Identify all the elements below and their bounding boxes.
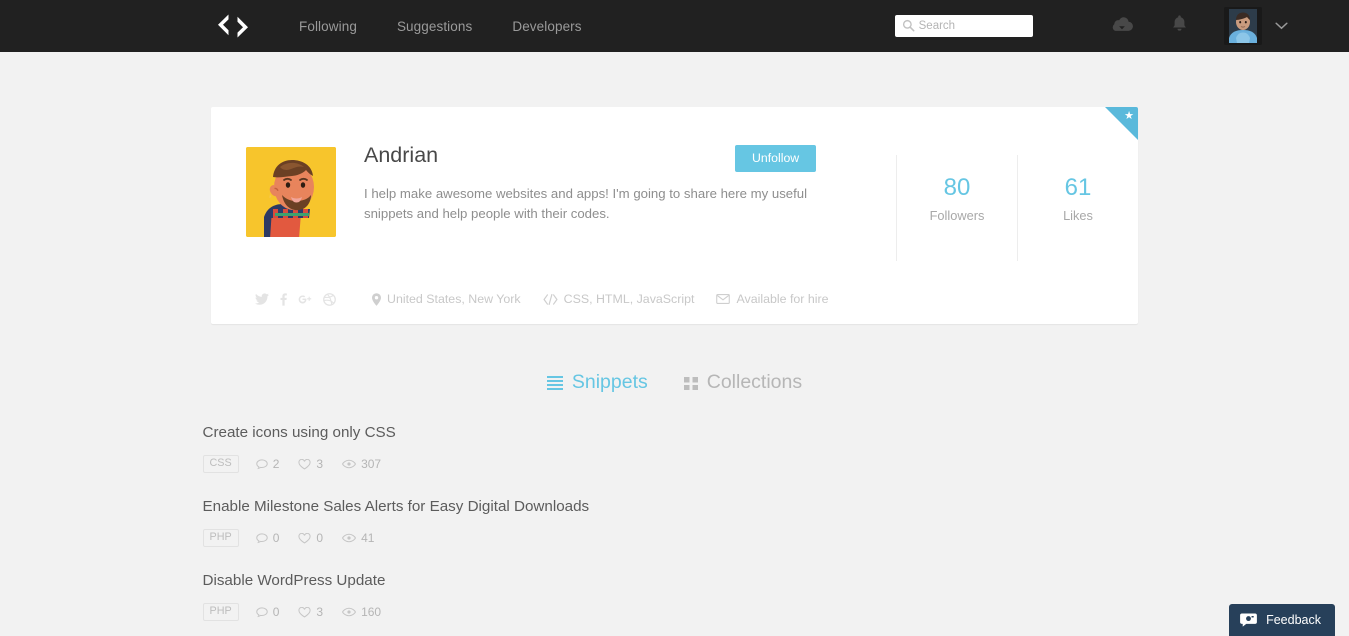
heart-icon bbox=[298, 458, 311, 469]
meta-hire-text: Available for hire bbox=[736, 292, 829, 306]
followers-count: 80 bbox=[943, 174, 971, 201]
snippet-tag[interactable]: PHP bbox=[202, 603, 239, 621]
view-count: 307 bbox=[342, 457, 381, 471]
meta-hire: Available for hire bbox=[716, 292, 829, 306]
snippet-tag[interactable]: CSS bbox=[202, 455, 239, 473]
social-links bbox=[255, 292, 336, 306]
profile-details: Andrian Unfollow I help make awesome web… bbox=[336, 143, 886, 275]
snippet-tag[interactable]: PHP bbox=[202, 529, 239, 547]
feedback-button[interactable]: Feedback bbox=[1229, 604, 1335, 636]
comment-icon bbox=[255, 606, 268, 617]
meta-location: United States, New York bbox=[372, 292, 521, 306]
comment-count-value: 0 bbox=[272, 605, 280, 619]
snippet-meta: CSS 2 3 307 bbox=[202, 455, 656, 473]
nav-link-suggestions[interactable]: Suggestions bbox=[397, 19, 472, 34]
profile-bio: I help make awesome websites and apps! I… bbox=[364, 186, 808, 221]
nav-link-following[interactable]: Following bbox=[299, 19, 357, 34]
snippet-title[interactable]: Create icons using only CSS bbox=[203, 423, 656, 443]
code-brackets-logo[interactable] bbox=[212, 9, 254, 43]
facebook-icon[interactable] bbox=[280, 292, 287, 306]
dribbble-icon[interactable] bbox=[323, 292, 336, 306]
like-count-value: 3 bbox=[316, 605, 324, 619]
comment-count: 0 bbox=[255, 605, 280, 619]
search-box bbox=[894, 15, 1033, 37]
comment-icon bbox=[255, 458, 268, 469]
meta-skills: CSS, HTML, JavaScript bbox=[543, 292, 695, 306]
eye-icon bbox=[342, 607, 357, 617]
profile-card: ★ Andrian Unfollow I help make awesome w… bbox=[211, 107, 1138, 324]
primary-nav-links: Following Suggestions Developers bbox=[299, 19, 582, 34]
like-count: 0 bbox=[298, 531, 323, 545]
like-count: 3 bbox=[298, 605, 323, 619]
comment-count: 0 bbox=[255, 531, 280, 545]
location-pin-icon bbox=[372, 292, 381, 306]
avatar[interactable] bbox=[1223, 7, 1262, 45]
top-navigation-bar: Following Suggestions Developers bbox=[0, 0, 1349, 52]
snippet-list: Create icons using only CSS CSS 2 3 307 … bbox=[200, 423, 1150, 636]
likes-count: 61 bbox=[1064, 174, 1092, 201]
heart-icon bbox=[298, 606, 311, 617]
google-plus-icon[interactable] bbox=[298, 294, 312, 305]
unfollow-button[interactable]: Unfollow bbox=[735, 145, 817, 172]
list-icon bbox=[546, 375, 563, 390]
twitter-icon[interactable] bbox=[255, 293, 269, 305]
view-count-value: 307 bbox=[361, 457, 382, 471]
list-item: Create icons using only CSS CSS 2 3 307 bbox=[202, 423, 686, 473]
page-content: ★ Andrian Unfollow I help make awesome w… bbox=[0, 107, 1349, 636]
like-count-value: 0 bbox=[316, 531, 324, 545]
content-tabs: Snippets Collections bbox=[0, 371, 1349, 394]
envelope-icon bbox=[716, 294, 731, 304]
comment-count: 2 bbox=[255, 457, 280, 471]
stat-followers[interactable]: 80 Followers bbox=[897, 155, 1017, 261]
profile-meta-row: United States, New York CSS, HTML, JavaS… bbox=[211, 275, 1138, 324]
view-count: 41 bbox=[342, 531, 374, 545]
profile-card-body: Andrian Unfollow I help make awesome web… bbox=[211, 107, 1138, 275]
profile-stats: 80 Followers 61 Likes bbox=[896, 155, 1138, 261]
feedback-label: Feedback bbox=[1266, 613, 1321, 627]
code-tags-icon bbox=[543, 293, 558, 305]
comment-count-value: 0 bbox=[272, 531, 280, 545]
comment-count-value: 2 bbox=[272, 457, 280, 471]
snippet-meta: PHP 0 0 41 bbox=[202, 529, 656, 547]
bell-icon[interactable] bbox=[1171, 14, 1188, 38]
cloud-upload-icon[interactable] bbox=[1111, 15, 1133, 37]
star-icon: ★ bbox=[1124, 110, 1134, 122]
comment-icon bbox=[255, 532, 268, 543]
grid-icon bbox=[683, 376, 698, 390]
meta-location-text: United States, New York bbox=[387, 292, 521, 306]
user-menu[interactable] bbox=[1223, 7, 1288, 45]
view-count-value: 41 bbox=[361, 531, 375, 545]
snippet-title[interactable]: Enable Milestone Sales Alerts for Easy D… bbox=[203, 497, 656, 517]
tab-snippets[interactable]: Snippets bbox=[546, 371, 648, 394]
list-item: Disable WordPress Update PHP 0 3 160 bbox=[202, 571, 686, 621]
snippet-meta: PHP 0 3 160 bbox=[202, 603, 656, 621]
nav-action-icons bbox=[1111, 14, 1188, 38]
tab-snippets-label: Snippets bbox=[571, 371, 648, 393]
heart-icon bbox=[298, 532, 311, 543]
stat-likes[interactable]: 61 Likes bbox=[1017, 155, 1138, 261]
view-count: 160 bbox=[342, 605, 381, 619]
eye-icon bbox=[342, 459, 357, 469]
search-input[interactable] bbox=[894, 15, 1033, 37]
like-count-value: 3 bbox=[316, 457, 324, 471]
followers-label: Followers bbox=[929, 208, 985, 223]
likes-label: Likes bbox=[1063, 208, 1093, 223]
feedback-camera-icon bbox=[1240, 613, 1257, 627]
chevron-down-icon[interactable] bbox=[1275, 17, 1288, 35]
nav-link-developers[interactable]: Developers bbox=[512, 19, 581, 34]
meta-skills-text: CSS, HTML, JavaScript bbox=[563, 292, 695, 306]
tab-collections-label: Collections bbox=[706, 371, 803, 393]
snippet-title[interactable]: Disable WordPress Update bbox=[203, 571, 656, 591]
list-item: Enable Milestone Sales Alerts for Easy D… bbox=[202, 497, 686, 547]
view-count-value: 160 bbox=[361, 605, 382, 619]
tab-collections[interactable]: Collections bbox=[683, 371, 803, 394]
like-count: 3 bbox=[298, 457, 323, 471]
profile-avatar[interactable] bbox=[246, 147, 336, 237]
eye-icon bbox=[342, 533, 357, 543]
